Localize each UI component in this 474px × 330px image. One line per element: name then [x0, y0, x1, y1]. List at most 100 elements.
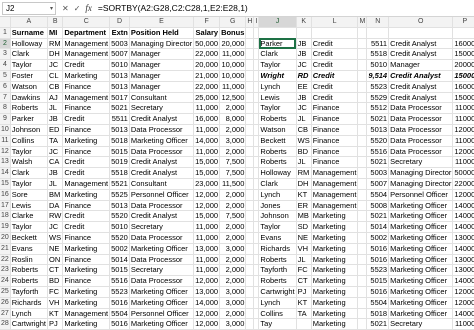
- cell-d3[interactable]: 5007: [109, 48, 130, 61]
- cell-l2[interactable]: Credit: [311, 38, 359, 50]
- cell-f12[interactable]: 11,000: [193, 146, 221, 158]
- cell-b2[interactable]: RM: [47, 38, 64, 50]
- cell-e26[interactable]: Marketing Officer: [129, 297, 195, 309]
- cell-p18[interactable]: 14000: [452, 210, 474, 223]
- cell-c18[interactable]: Credit: [62, 210, 111, 223]
- cell-l11[interactable]: Finance: [311, 135, 359, 147]
- column-header-d[interactable]: D: [109, 17, 130, 28]
- column-header-a[interactable]: A: [10, 17, 48, 28]
- cell-e10[interactable]: Data Processor: [129, 124, 195, 136]
- cell-h20[interactable]: [245, 232, 255, 244]
- cell-o15[interactable]: Managing Director: [388, 178, 454, 190]
- cell-m19[interactable]: [357, 221, 368, 233]
- column-header-f[interactable]: F: [193, 17, 221, 28]
- cell-g2[interactable]: 20,000: [219, 38, 247, 50]
- cell-o5[interactable]: Credit Analyst: [388, 70, 454, 82]
- cell-b20[interactable]: WS: [47, 232, 64, 244]
- cell-k24[interactable]: CT: [296, 275, 312, 287]
- cell-h21[interactable]: [245, 243, 255, 255]
- cell-h28[interactable]: [245, 318, 255, 330]
- cell-g11[interactable]: 3,000: [219, 135, 247, 147]
- cell-m25[interactable]: [357, 286, 368, 298]
- cell-h5[interactable]: [245, 70, 255, 82]
- cell-m14[interactable]: [357, 167, 368, 179]
- cell-f20[interactable]: 11,000: [193, 232, 221, 244]
- cell-p2[interactable]: 16000: [452, 38, 474, 50]
- cell-f23[interactable]: 11,000: [193, 264, 221, 277]
- cell-n5[interactable]: 9,514: [366, 70, 390, 82]
- cell-o22[interactable]: Marketing Officer: [388, 254, 454, 266]
- cell-b28[interactable]: PJ: [47, 318, 64, 330]
- cell-j8[interactable]: Taylor: [258, 102, 297, 115]
- select-all-corner[interactable]: [0, 17, 11, 28]
- cell-o7[interactable]: Credit Analyst: [388, 92, 454, 104]
- cell-j10[interactable]: Watson: [258, 124, 297, 136]
- cell-c20[interactable]: Finance: [62, 232, 111, 244]
- cell-d26[interactable]: 5016: [109, 297, 130, 309]
- column-header-e[interactable]: E: [129, 17, 195, 28]
- cell-j18[interactable]: Johnson: [258, 210, 297, 223]
- cell-h6[interactable]: [245, 81, 255, 93]
- cell-m24[interactable]: [357, 275, 368, 287]
- cell-d8[interactable]: 5021: [109, 102, 130, 115]
- cell-l28[interactable]: Marketing: [311, 318, 359, 330]
- cell-j21[interactable]: Richards: [258, 243, 297, 255]
- cell-p9[interactable]: 11000: [452, 113, 474, 125]
- cell-l23[interactable]: Marketing: [311, 264, 359, 277]
- cell-c2[interactable]: Management: [62, 38, 111, 50]
- cell-n21[interactable]: 5016: [366, 243, 390, 255]
- cell-h14[interactable]: [245, 167, 255, 179]
- cell-l24[interactable]: Marketing: [311, 275, 359, 287]
- row-header[interactable]: 17: [0, 200, 11, 212]
- cell-k3[interactable]: JB: [296, 48, 312, 61]
- cell-m3[interactable]: [357, 48, 368, 61]
- cell-j6[interactable]: Lynch: [258, 81, 297, 93]
- cell-n20[interactable]: 5002: [366, 232, 390, 244]
- row-header[interactable]: 18: [0, 210, 11, 223]
- cell-m7[interactable]: [357, 92, 368, 104]
- row-header[interactable]: 9: [0, 113, 11, 125]
- cell-p10[interactable]: 12000: [452, 124, 474, 136]
- cell-g21[interactable]: 3,000: [219, 243, 247, 255]
- cell-k25[interactable]: PJ: [296, 286, 312, 298]
- row-header[interactable]: 2: [0, 38, 11, 50]
- row-header[interactable]: 13: [0, 156, 11, 169]
- cell-m10[interactable]: [357, 124, 368, 136]
- cell-g9[interactable]: 8,000: [219, 113, 247, 125]
- cell-m8[interactable]: [357, 102, 368, 115]
- cell-d27[interactable]: 5504: [109, 308, 130, 320]
- row-header[interactable]: 22: [0, 254, 11, 266]
- cell-b19[interactable]: JC: [47, 221, 64, 233]
- cell-o11[interactable]: Data Processor: [388, 135, 454, 147]
- cell-o10[interactable]: Data Processor: [388, 124, 454, 136]
- cell-p7[interactable]: 15000: [452, 92, 474, 104]
- cell-o17[interactable]: Marketing Officer: [388, 200, 454, 212]
- cell-m5[interactable]: [357, 70, 368, 82]
- cell-b22[interactable]: ON: [47, 254, 64, 266]
- cell-c3[interactable]: Management: [62, 48, 111, 61]
- cell-m13[interactable]: [357, 156, 368, 169]
- cell-f19[interactable]: 11,000: [193, 221, 221, 233]
- cell-d9[interactable]: 5511: [109, 113, 130, 125]
- cell-e28[interactable]: Marketing Officer: [129, 318, 195, 330]
- cell-d19[interactable]: 5010: [109, 221, 130, 233]
- cell-h22[interactable]: [245, 254, 255, 266]
- cell-l19[interactable]: Marketing: [311, 221, 359, 233]
- cell-a14[interactable]: Clark: [10, 167, 48, 179]
- cell-h1[interactable]: [245, 27, 255, 39]
- cell-f26[interactable]: 14,000: [193, 297, 221, 309]
- cell-f14[interactable]: 15,000: [193, 167, 221, 179]
- cell-l26[interactable]: Marketing: [311, 297, 359, 309]
- cell-o26[interactable]: Marketing Officer: [388, 297, 454, 309]
- cell-p28[interactable]: 11000: [452, 318, 474, 330]
- cell-d11[interactable]: 5018: [109, 135, 130, 147]
- cell-h10[interactable]: [245, 124, 255, 136]
- cell-a19[interactable]: Taylor: [10, 221, 48, 233]
- cell-d23[interactable]: 5015: [109, 264, 130, 277]
- cell-o6[interactable]: Credit Analyst: [388, 81, 454, 93]
- cell-o27[interactable]: Marketing Officer: [388, 308, 454, 320]
- cell-b21[interactable]: NE: [47, 243, 64, 255]
- cell-m26[interactable]: [357, 297, 368, 309]
- cell-f16[interactable]: 12,000: [193, 189, 221, 201]
- column-header-p[interactable]: P: [452, 17, 474, 28]
